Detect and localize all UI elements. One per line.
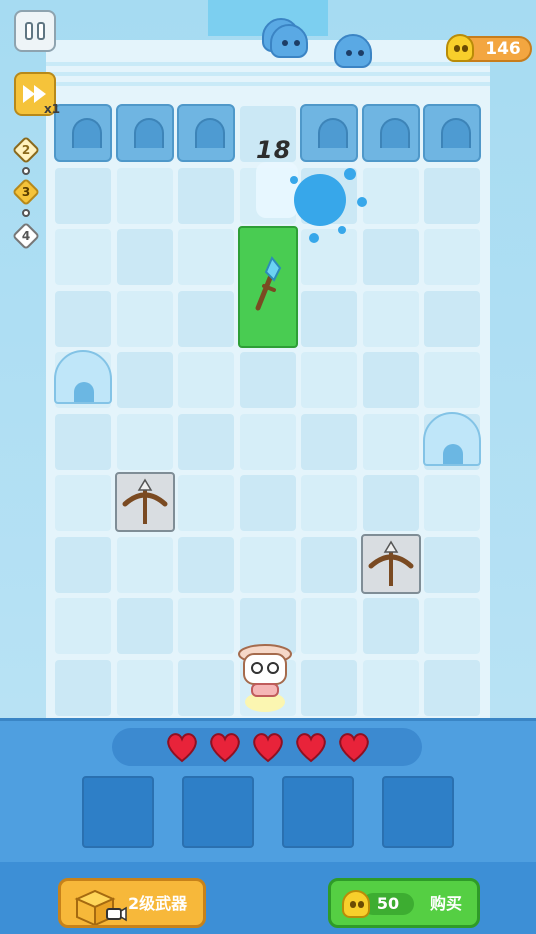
board-cell[interactable] <box>116 167 173 224</box>
board-cell[interactable] <box>362 290 419 347</box>
board-cell[interactable] <box>239 413 296 470</box>
slime-enemy <box>270 24 308 58</box>
ice-block <box>423 104 481 162</box>
ice-block <box>54 104 112 162</box>
heart-icon <box>296 733 326 763</box>
board-cell[interactable] <box>116 352 173 408</box>
board-cell[interactable] <box>424 352 480 408</box>
board-cell[interactable] <box>301 475 357 531</box>
board-cell[interactable] <box>55 536 111 593</box>
inventory-slot[interactable] <box>82 776 154 848</box>
board-cell[interactable] <box>362 475 419 531</box>
board-cell[interactable] <box>239 352 296 408</box>
board-cell[interactable] <box>178 475 234 531</box>
inventory-slot[interactable] <box>182 776 254 848</box>
board-cell[interactable] <box>362 352 419 408</box>
board-cell[interactable] <box>116 536 173 593</box>
coin-count: 146 <box>485 39 521 59</box>
board-cell[interactable] <box>424 475 480 531</box>
buy-label: 购买 <box>430 894 463 913</box>
skull-coin-icon <box>342 890 370 918</box>
wave-dot <box>22 209 30 217</box>
level-weapon-label: 2级武器 <box>128 894 188 913</box>
board-cell[interactable] <box>362 413 419 470</box>
board-cell[interactable] <box>424 167 480 224</box>
ice-block <box>177 104 235 162</box>
wave-dot <box>22 167 30 175</box>
board-cell[interactable] <box>116 659 173 716</box>
board-cell[interactable] <box>301 659 357 716</box>
board-cell[interactable] <box>55 229 111 285</box>
igloo-obstacle <box>423 412 481 466</box>
board-cell[interactable] <box>55 659 111 716</box>
board-cell[interactable] <box>301 598 357 654</box>
board-stripe <box>46 62 490 66</box>
heart-icon <box>253 733 283 763</box>
board-stripe <box>46 82 490 86</box>
board-cell[interactable] <box>178 352 234 408</box>
board-cell[interactable] <box>239 475 296 531</box>
damage-popup: 18 <box>256 136 292 164</box>
board-cell[interactable] <box>55 413 111 470</box>
heart-icon <box>167 733 197 763</box>
board-cell[interactable] <box>178 659 234 716</box>
board-cell[interactable] <box>301 536 357 593</box>
wave-number: 4 <box>21 229 31 243</box>
crossbow-tower[interactable] <box>115 472 175 532</box>
board-cell[interactable] <box>424 229 480 285</box>
board-cell[interactable] <box>55 167 111 224</box>
heart-icon <box>339 733 369 763</box>
board-cell[interactable] <box>424 536 480 593</box>
player-hero <box>234 640 296 714</box>
board-cell[interactable] <box>178 229 234 285</box>
board-cell[interactable] <box>239 536 296 593</box>
board-cell[interactable] <box>178 413 234 470</box>
board-cell[interactable] <box>424 659 480 716</box>
board-stripe <box>46 72 490 76</box>
mystery-box-video-icon <box>74 889 127 925</box>
heart-icon <box>210 733 240 763</box>
board-cell[interactable] <box>362 598 419 654</box>
board-cell[interactable] <box>116 229 173 285</box>
board-cell[interactable] <box>55 290 111 347</box>
buy-price: 50 <box>376 894 400 913</box>
board-cell[interactable] <box>424 598 480 654</box>
board-cell[interactable] <box>116 413 173 470</box>
speed-multiplier: x1 <box>44 102 61 116</box>
board-cell[interactable] <box>116 290 173 347</box>
skull-coin-icon <box>446 34 474 62</box>
inventory-slot[interactable] <box>382 776 454 848</box>
board-cell[interactable] <box>424 290 480 347</box>
weapon-card[interactable] <box>238 226 298 348</box>
igloo-obstacle <box>54 350 112 404</box>
board-cell[interactable] <box>178 290 234 347</box>
board-cell[interactable] <box>55 598 111 654</box>
ice-block <box>116 104 174 162</box>
inventory-slot[interactable] <box>282 776 354 848</box>
wave-number: 3 <box>21 185 31 199</box>
crystal-staff-icon <box>255 256 282 311</box>
board-cell[interactable] <box>178 536 234 593</box>
board-cell[interactable] <box>178 167 234 224</box>
board-cell[interactable] <box>116 598 173 654</box>
board-cell[interactable] <box>301 413 357 470</box>
board-cell[interactable] <box>55 475 111 531</box>
slime-enemy <box>334 34 372 68</box>
board-cell[interactable] <box>301 352 357 408</box>
crossbow-icon <box>122 478 168 524</box>
crossbow-icon <box>368 540 414 586</box>
board-cell[interactable] <box>301 290 357 347</box>
wave-number: 2 <box>21 143 31 157</box>
board-cell[interactable] <box>178 598 234 654</box>
crossbow-tower[interactable] <box>361 534 421 594</box>
board-cell[interactable] <box>362 659 419 716</box>
pause-button[interactable] <box>14 10 56 52</box>
